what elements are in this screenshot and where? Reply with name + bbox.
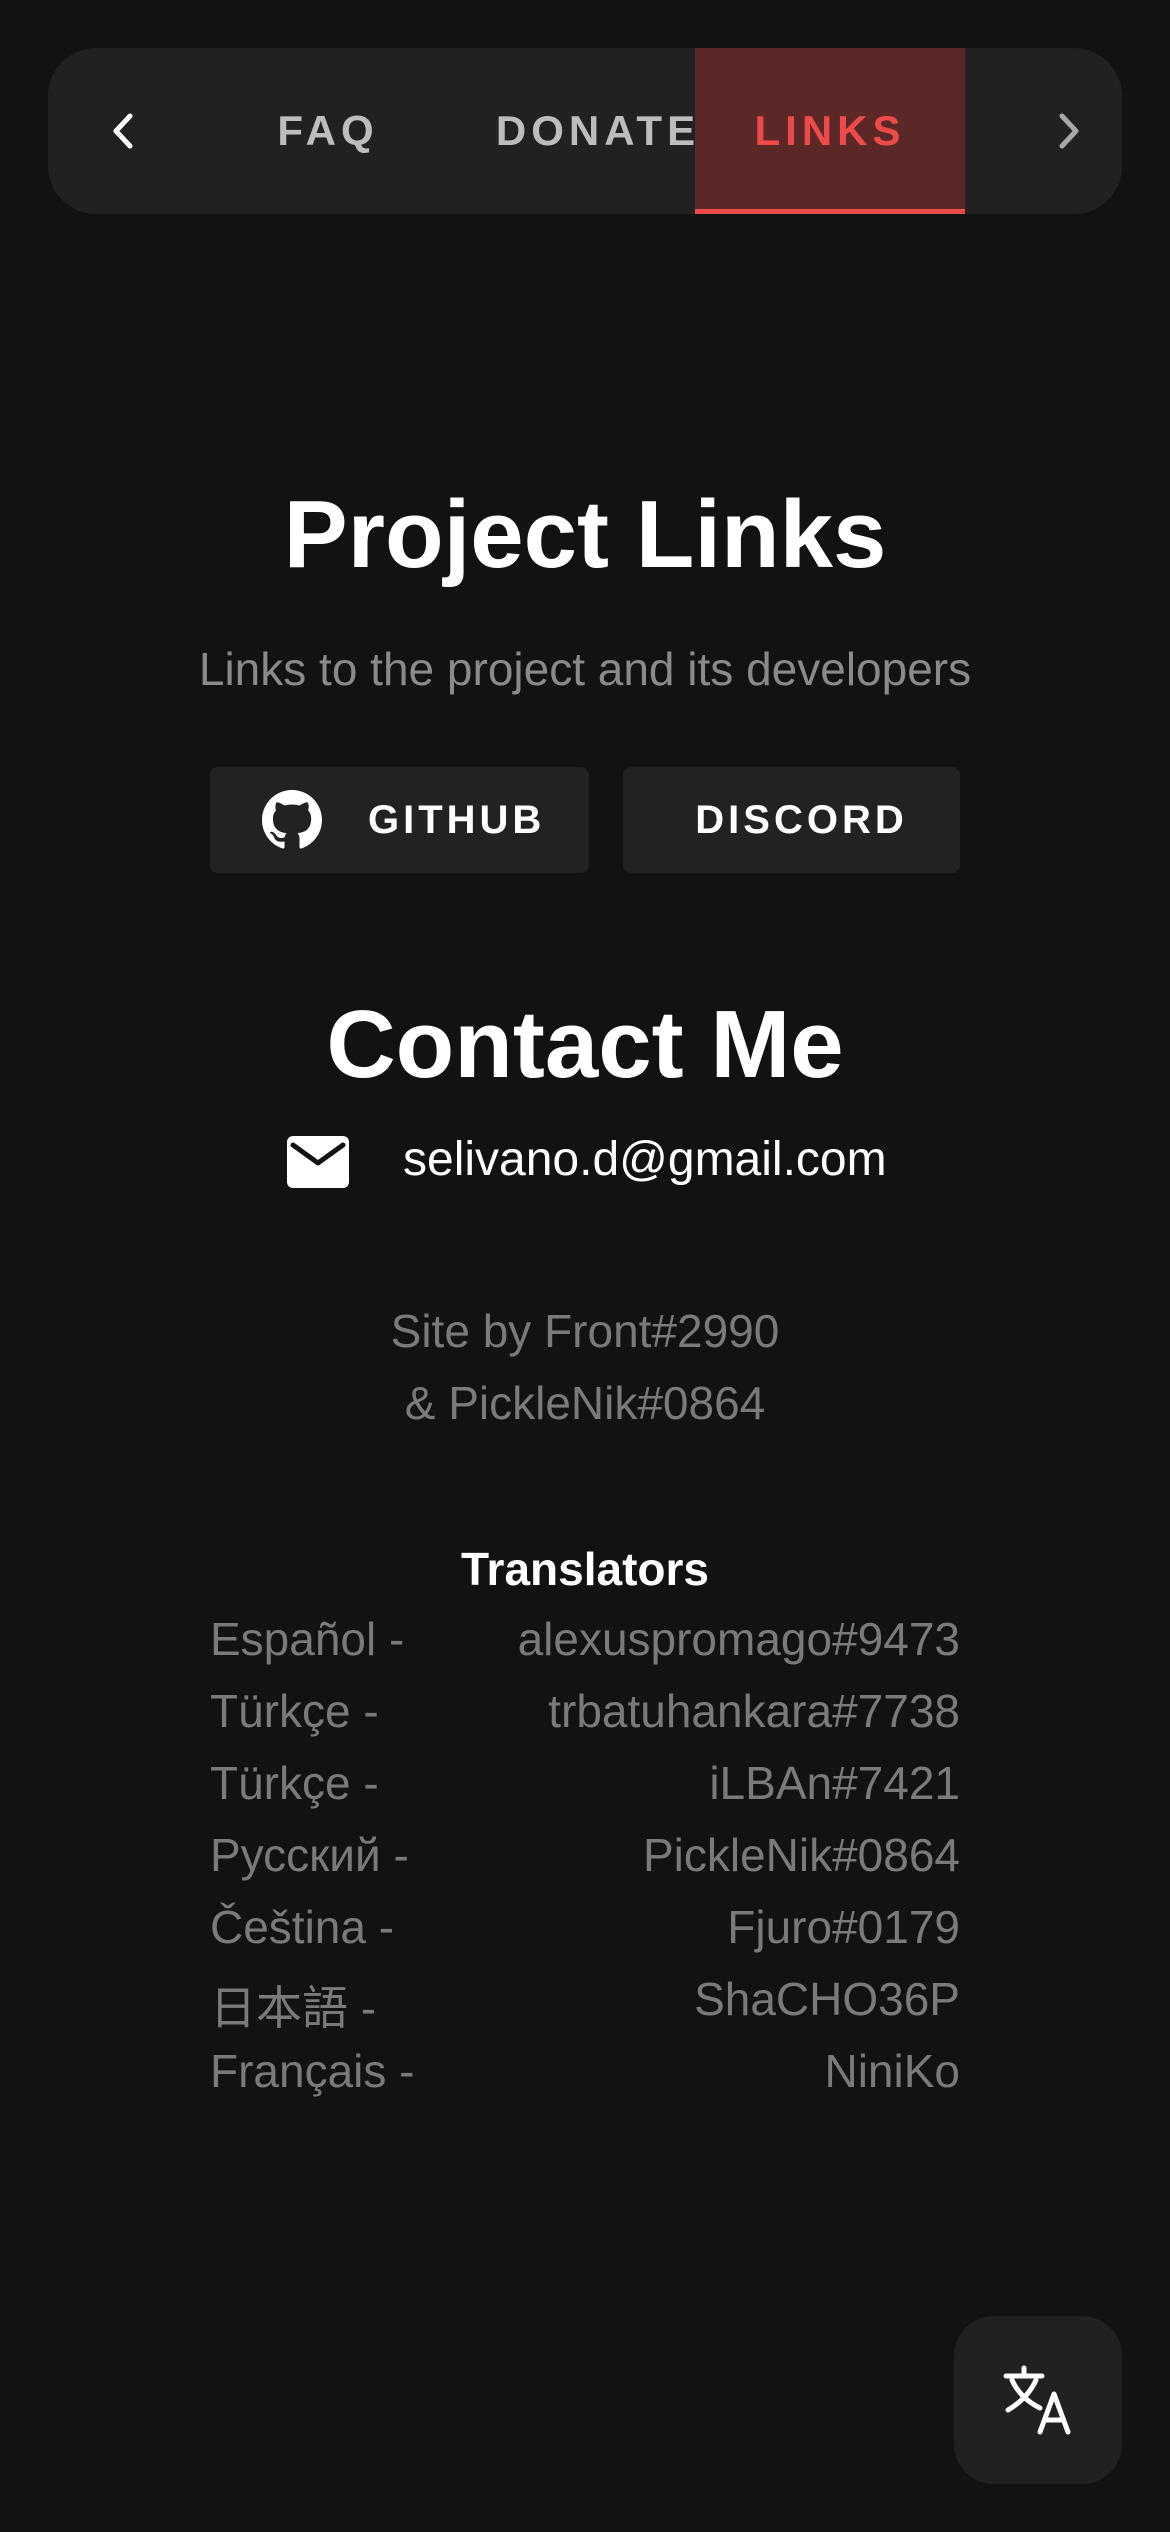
translators-list: Español - alexuspromago#9473 Türkçe - tr… <box>210 1612 960 2116</box>
tab-faq[interactable]: FAQ <box>198 48 458 214</box>
tab-links[interactable]: LINKS <box>695 48 965 214</box>
translator-name: ShaCHO36P <box>694 1973 960 2025</box>
translator-language: Türkçe - <box>210 1757 379 1809</box>
translators-title: Translators <box>461 1543 709 1595</box>
github-button[interactable]: GITHUB <box>210 767 589 873</box>
site-credits-line-2: & PickleNik#0864 <box>404 1377 766 1429</box>
contact-me-title: Contact Me <box>326 991 844 1098</box>
translator-row: Čeština - Fjuro#0179 <box>210 1900 960 1972</box>
tab-scroll-prev-button[interactable] <box>74 48 174 214</box>
language-select-button[interactable] <box>954 2316 1122 2484</box>
chevron-left-icon <box>113 113 133 149</box>
translator-language: 日本語 - <box>210 1982 377 2034</box>
translator-row: Türkçe - iLBAn#7421 <box>210 1756 960 1828</box>
translator-language: Русский - <box>210 1829 409 1881</box>
github-button-label: GITHUB <box>368 797 546 842</box>
translator-name: NiniKo <box>824 2045 960 2097</box>
tab-bar: FAQ DONATE LINKS <box>48 48 1122 214</box>
email-link[interactable]: selivano.d@gmail.com <box>403 1132 887 1187</box>
translator-name: iLBAn#7421 <box>709 1757 960 1809</box>
translator-language: Français - <box>210 2045 415 2097</box>
project-links-title: Project Links <box>283 481 887 588</box>
chevron-right-icon <box>1059 113 1079 149</box>
translator-name: PickleNik#0864 <box>642 1829 960 1881</box>
site-credits-line-1: Site by Front#2990 <box>390 1305 780 1357</box>
translator-language: Čeština - <box>210 1901 395 1953</box>
translator-language: Türkçe - <box>210 1685 379 1737</box>
email-icon <box>287 1136 349 1188</box>
discord-button-label: DISCORD <box>695 797 908 842</box>
translator-language: Español - <box>210 1613 405 1665</box>
translator-row: Español - alexuspromago#9473 <box>210 1612 960 1684</box>
translate-icon <box>1003 2365 1071 2435</box>
translator-name: trbatuhankara#7738 <box>548 1685 960 1737</box>
translator-row: 日本語 - ShaCHO36P <box>210 1972 960 2044</box>
page: FAQ DONATE LINKS Project Links Links to … <box>0 0 1170 2532</box>
translator-name: alexuspromago#9473 <box>517 1613 960 1665</box>
translator-row: Français - NiniKo <box>210 2044 960 2116</box>
tab-scroll-next-button[interactable] <box>1018 48 1118 214</box>
translator-row: Türkçe - trbatuhankara#7738 <box>210 1684 960 1756</box>
project-links-subtitle: Links to the project and its developers <box>198 643 972 695</box>
translator-name: Fjuro#0179 <box>727 1901 960 1953</box>
github-icon <box>262 790 322 849</box>
discord-button[interactable]: DISCORD <box>623 767 960 873</box>
email-row: selivano.d@gmail.com <box>0 1130 1170 1200</box>
translator-row: Русский - PickleNik#0864 <box>210 1828 960 1900</box>
